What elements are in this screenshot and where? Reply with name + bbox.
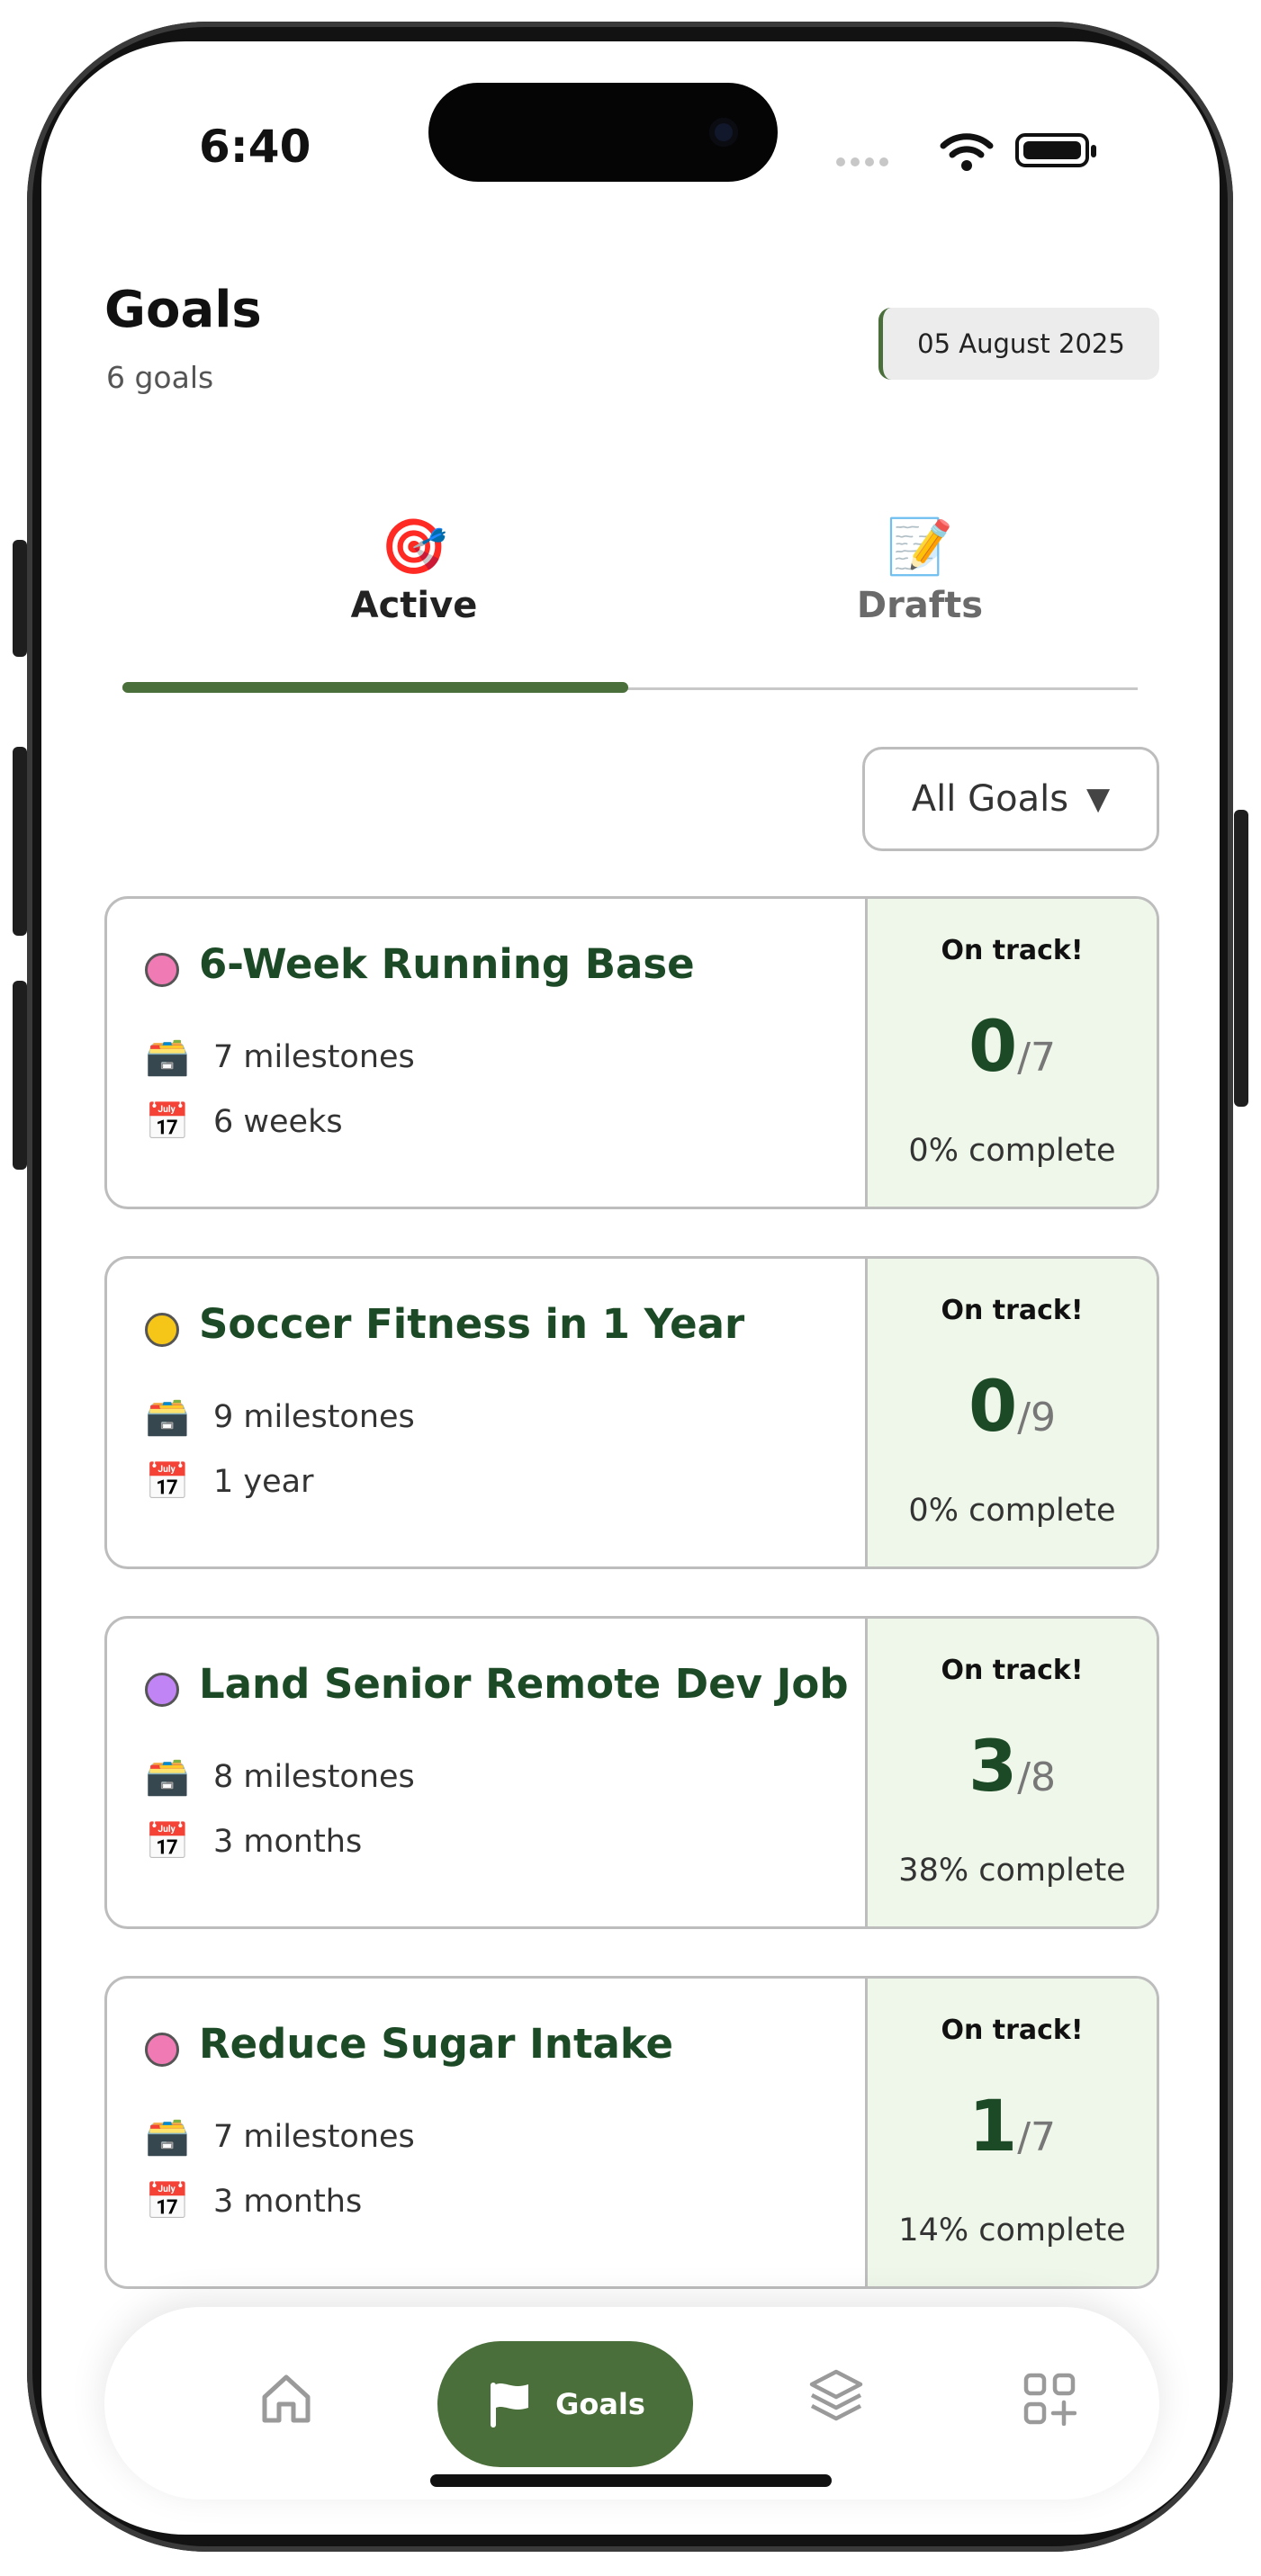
duration-row: 📅 6 weeks	[145, 1100, 343, 1143]
signal-dots-icon	[836, 153, 894, 170]
goal-color-dot	[145, 2033, 179, 2067]
goal-duration: 1 year	[213, 1463, 314, 1500]
goal-status: On track!	[941, 1295, 1084, 1326]
goal-card-main: Soccer Fitness in 1 Year 🗃️ 9 milestones…	[107, 1259, 865, 1566]
milestones-count: 8 milestones	[213, 1758, 415, 1795]
goal-card[interactable]: Land Senior Remote Dev Job 🗃️ 8 mileston…	[104, 1616, 1159, 1929]
apps-add-icon	[1023, 2373, 1077, 2427]
goal-status: On track!	[941, 2015, 1084, 2046]
milestones-done: 1	[968, 2087, 1018, 2168]
milestones-row: 🗃️ 7 milestones	[145, 1036, 415, 1078]
camera-icon	[709, 118, 738, 147]
dynamic-island	[428, 83, 778, 182]
milestones-total: /8	[1017, 1755, 1057, 1800]
screen: 6:40 Goals 6 goals 05 August 2025 🎯 Acti…	[41, 41, 1220, 2535]
calendar-icon: 📅	[145, 1101, 190, 1143]
goal-progress: 1/7	[868, 2087, 1157, 2168]
goal-card[interactable]: Soccer Fitness in 1 Year 🗃️ 9 milestones…	[104, 1256, 1159, 1569]
goal-color-dot	[145, 953, 179, 987]
duration-row: 📅 1 year	[145, 1460, 313, 1503]
tab-active[interactable]: 🎯 Active	[162, 518, 666, 626]
milestones-count: 9 milestones	[213, 1398, 415, 1435]
milestones-total: /7	[1017, 2114, 1057, 2160]
goal-status: On track!	[941, 1655, 1084, 1686]
milestones-count: 7 milestones	[213, 2118, 415, 2155]
milestones-count: 7 milestones	[213, 1038, 415, 1075]
duration-row: 📅 3 months	[145, 1820, 362, 1862]
goal-duration: 6 weeks	[213, 1103, 343, 1140]
goal-duration: 3 months	[213, 2183, 363, 2220]
milestones-row: 🗃️ 8 milestones	[145, 1755, 415, 1798]
nav-home-button[interactable]	[257, 2370, 315, 2431]
goal-progress-panel: On track! 1/7 14% complete	[865, 1979, 1157, 2286]
goal-card-main: Reduce Sugar Intake 🗃️ 7 milestones 📅 3 …	[107, 1979, 865, 2286]
goal-percent: 0% complete	[908, 1133, 1116, 1169]
goal-progress-panel: On track! 3/8 38% complete	[865, 1619, 1157, 1926]
flag-icon	[491, 2383, 529, 2428]
tab-drafts-label: Drafts	[856, 585, 984, 626]
milestones-done: 3	[968, 1727, 1018, 1808]
goal-progress-panel: On track! 0/7 0% complete	[865, 899, 1157, 1207]
goal-name: Reduce Sugar Intake	[199, 2020, 674, 2068]
tab-drafts[interactable]: 📝 Drafts	[668, 518, 1172, 626]
milestones-done: 0	[968, 1367, 1018, 1448]
calendar-icon: 📅	[145, 1821, 190, 1862]
milestones-row: 🗃️ 7 milestones	[145, 2115, 415, 2158]
goal-name: Land Senior Remote Dev Job	[199, 1660, 849, 1708]
goal-duration: 3 months	[213, 1823, 363, 1860]
goal-status: On track!	[941, 935, 1084, 966]
goal-card-main: 6-Week Running Base 🗃️ 7 milestones 📅 6 …	[107, 899, 865, 1207]
tab-active-label: Active	[350, 585, 478, 626]
calendar-icon: 📅	[145, 2181, 190, 2222]
goal-color-dot	[145, 1673, 179, 1707]
tab-indicator	[122, 682, 628, 693]
volume-up-button	[13, 747, 27, 936]
date-chip[interactable]: 05 August 2025	[878, 308, 1159, 380]
target-icon: 🎯	[380, 516, 448, 579]
volume-down-button	[13, 981, 27, 1170]
card-index-icon: 🗃️	[145, 1756, 190, 1798]
caret-down-icon: ▼	[1086, 781, 1111, 817]
goal-filter-dropdown[interactable]: All Goals ▼	[862, 747, 1159, 851]
goal-color-dot	[145, 1313, 179, 1347]
action-button	[13, 540, 27, 657]
card-index-icon: 🗃️	[145, 1037, 190, 1078]
goal-progress-panel: On track! 0/9 0% complete	[865, 1259, 1157, 1566]
memo-icon: 📝	[886, 516, 954, 579]
goal-percent: 38% complete	[898, 1853, 1126, 1889]
power-button	[1234, 810, 1248, 1107]
battery-icon	[1015, 133, 1096, 167]
nav-goals-button[interactable]: Goals	[437, 2341, 693, 2467]
duration-row: 📅 3 months	[145, 2180, 362, 2222]
goal-percent: 14% complete	[898, 2212, 1126, 2248]
goal-name: Soccer Fitness in 1 Year	[199, 1300, 745, 1348]
nav-goals-label: Goals	[555, 2387, 645, 2421]
goal-name: 6-Week Running Base	[199, 940, 695, 988]
milestones-done: 0	[968, 1007, 1018, 1088]
milestones-total: /7	[1017, 1035, 1057, 1081]
goal-card[interactable]: Reduce Sugar Intake 🗃️ 7 milestones 📅 3 …	[104, 1976, 1159, 2289]
goal-progress: 0/7	[868, 1007, 1157, 1088]
goal-card-main: Land Senior Remote Dev Job 🗃️ 8 mileston…	[107, 1619, 865, 1926]
status-time: 6:40	[199, 121, 311, 173]
page-title: Goals	[104, 281, 262, 339]
layers-icon	[809, 2369, 863, 2421]
goal-progress: 0/9	[868, 1367, 1157, 1448]
goal-progress: 3/8	[868, 1727, 1157, 1808]
nav-layers-button[interactable]	[806, 2366, 866, 2429]
wifi-icon	[940, 131, 994, 175]
nav-apps-button[interactable]	[1022, 2372, 1077, 2429]
home-indicator[interactable]	[430, 2474, 832, 2487]
goal-count: 6 goals	[106, 360, 214, 395]
goal-card[interactable]: 6-Week Running Base 🗃️ 7 milestones 📅 6 …	[104, 896, 1159, 1209]
card-index-icon: 🗃️	[145, 1396, 190, 1438]
milestones-row: 🗃️ 9 milestones	[145, 1396, 415, 1438]
milestones-total: /9	[1017, 1395, 1057, 1441]
home-icon	[262, 2374, 311, 2423]
goal-percent: 0% complete	[908, 1493, 1116, 1529]
calendar-icon: 📅	[145, 1461, 190, 1503]
card-index-icon: 🗃️	[145, 2116, 190, 2158]
bottom-nav: Goals	[104, 2307, 1159, 2500]
filter-label: All Goals	[911, 778, 1069, 820]
